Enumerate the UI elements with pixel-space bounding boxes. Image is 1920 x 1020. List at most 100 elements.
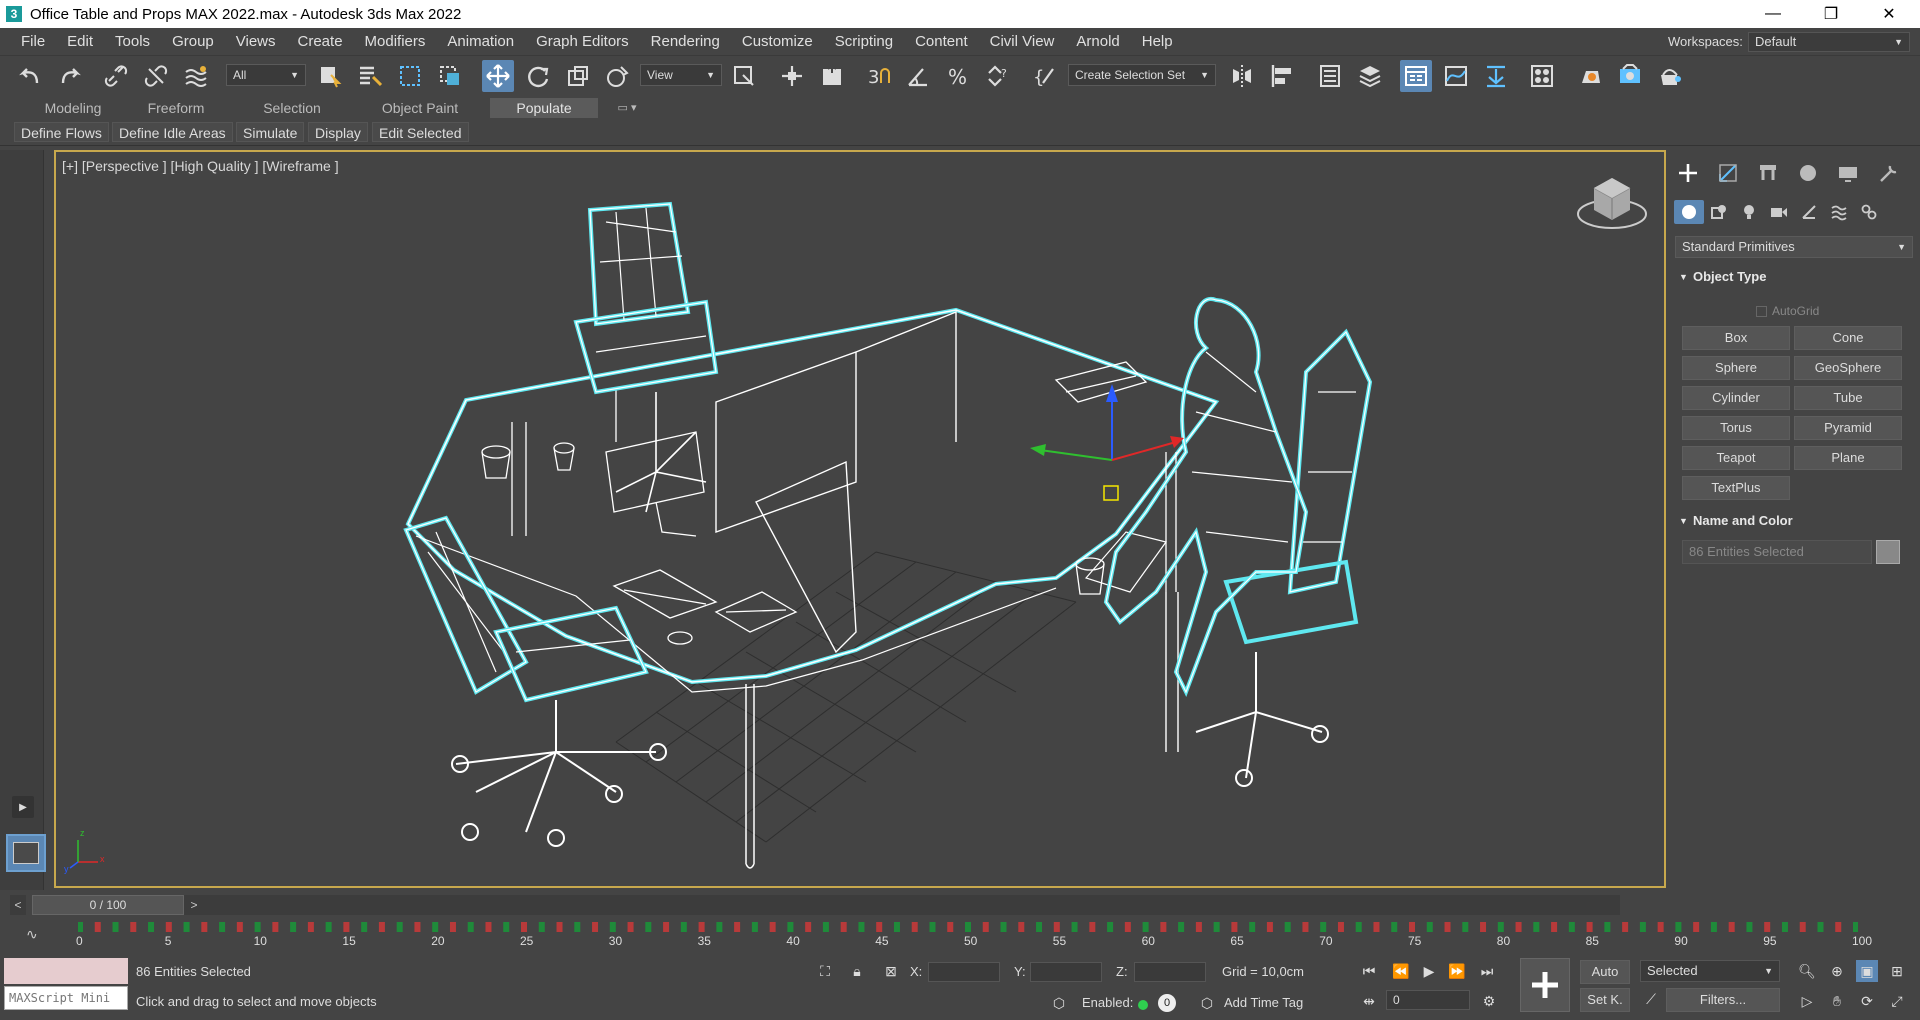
- select-and-manipulate-icon[interactable]: [776, 60, 808, 92]
- key-marker[interactable]: [1071, 922, 1078, 932]
- select-by-name-icon[interactable]: [354, 60, 386, 92]
- time-configuration-icon[interactable]: ⚙: [1478, 990, 1500, 1012]
- key-marker[interactable]: [78, 922, 83, 932]
- cameras-category-icon[interactable]: [1764, 200, 1794, 224]
- key-marker[interactable]: [1036, 922, 1043, 932]
- key-marker[interactable]: [538, 922, 545, 932]
- current-frame-field[interactable]: 0: [1386, 990, 1470, 1010]
- object-color-swatch[interactable]: [1876, 540, 1900, 564]
- key-marker[interactable]: [449, 922, 456, 932]
- utilities-tab-icon[interactable]: [1868, 158, 1908, 188]
- go-to-end-icon[interactable]: ⏭: [1476, 960, 1498, 982]
- select-and-move-icon[interactable]: [482, 60, 514, 92]
- layer-explorer-icon[interactable]: [1354, 60, 1386, 92]
- teapot-button[interactable]: Teapot: [1682, 446, 1790, 470]
- menu-edit[interactable]: Edit: [56, 28, 104, 56]
- maxscript-listener-output[interactable]: [4, 958, 128, 984]
- add-time-tag-button[interactable]: Add Time Tag: [1224, 995, 1303, 1010]
- angle-snap-icon[interactable]: [902, 60, 934, 92]
- key-marker[interactable]: [1337, 922, 1344, 932]
- minimize-button[interactable]: —: [1744, 0, 1802, 28]
- create-tab-icon[interactable]: [1668, 158, 1708, 188]
- orbit-icon[interactable]: ⟳: [1856, 990, 1878, 1012]
- key-marker[interactable]: [1124, 922, 1131, 932]
- geosphere-button[interactable]: GeoSphere: [1794, 356, 1902, 380]
- edit-selected-button[interactable]: Edit Selected: [372, 122, 469, 142]
- key-marker[interactable]: [432, 922, 439, 932]
- reference-coordinate-dropdown[interactable]: View ▼: [640, 64, 722, 86]
- key-marker[interactable]: [1781, 922, 1788, 932]
- systems-category-icon[interactable]: [1854, 200, 1884, 224]
- maximize-button[interactable]: ❐: [1802, 0, 1860, 28]
- torus-button[interactable]: Torus: [1682, 416, 1790, 440]
- material-editor-icon[interactable]: [1526, 60, 1558, 92]
- key-marker[interactable]: [1604, 922, 1611, 932]
- key-marker[interactable]: [1053, 922, 1060, 932]
- key-marker[interactable]: [254, 922, 261, 932]
- lights-category-icon[interactable]: [1734, 200, 1764, 224]
- key-marker[interactable]: [1213, 922, 1220, 932]
- window-crossing-icon[interactable]: [434, 60, 466, 92]
- time-slider-next-button[interactable]: >: [186, 895, 202, 915]
- next-frame-icon[interactable]: ⏩: [1446, 960, 1468, 982]
- key-marker[interactable]: [1799, 922, 1806, 932]
- x-coord-field[interactable]: [928, 962, 1000, 982]
- selection-lock-icon[interactable]: 🔒︎: [846, 960, 868, 982]
- key-marker[interactable]: [148, 922, 155, 932]
- display-button[interactable]: Display: [308, 122, 368, 142]
- render-production-icon[interactable]: [1654, 60, 1686, 92]
- key-marker[interactable]: [361, 922, 368, 932]
- key-marker[interactable]: [1817, 922, 1824, 932]
- key-marker[interactable]: [698, 922, 705, 932]
- key-marker[interactable]: [965, 922, 971, 932]
- key-marker[interactable]: [290, 922, 297, 932]
- key-marker[interactable]: [343, 922, 350, 932]
- selection-filter-dropdown[interactable]: All ▼: [226, 64, 306, 86]
- menu-tools[interactable]: Tools: [104, 28, 161, 56]
- menu-graph-editors[interactable]: Graph Editors: [525, 28, 640, 56]
- select-and-place-icon[interactable]: [602, 60, 634, 92]
- key-marker[interactable]: [1693, 922, 1700, 932]
- key-marker[interactable]: [378, 922, 385, 932]
- menu-civil-view[interactable]: Civil View: [979, 28, 1066, 56]
- menu-animation[interactable]: Animation: [436, 28, 525, 56]
- key-marker[interactable]: [1462, 922, 1469, 932]
- key-marker[interactable]: [627, 922, 634, 932]
- tab-populate[interactable]: Populate: [490, 98, 598, 118]
- viewcube-icon[interactable]: [1577, 178, 1647, 229]
- key-marker[interactable]: [645, 922, 652, 932]
- menu-rendering[interactable]: Rendering: [640, 28, 731, 56]
- key-marker[interactable]: [574, 922, 581, 932]
- display-tab-icon[interactable]: [1828, 158, 1868, 188]
- key-marker[interactable]: [1586, 922, 1593, 932]
- link-icon[interactable]: [100, 60, 132, 92]
- auto-key-button[interactable]: Auto: [1580, 960, 1630, 984]
- scene-explorer-icon[interactable]: [1314, 60, 1346, 92]
- viewport-layout-thumbnail[interactable]: [6, 834, 46, 872]
- key-marker[interactable]: [1675, 922, 1682, 932]
- key-marker[interactable]: [1000, 922, 1007, 932]
- key-marker[interactable]: [396, 922, 403, 932]
- motion-tab-icon[interactable]: [1788, 158, 1828, 188]
- select-and-scale-icon[interactable]: [562, 60, 594, 92]
- object-category-dropdown[interactable]: Standard Primitives ▼: [1675, 236, 1913, 258]
- key-marker[interactable]: [1178, 922, 1185, 932]
- select-object-icon[interactable]: [314, 60, 346, 92]
- rendered-frame-window-icon[interactable]: [1614, 60, 1646, 92]
- selection-set-dropdown[interactable]: Create Selection Set ▼: [1068, 64, 1216, 86]
- key-marker[interactable]: [1195, 922, 1202, 932]
- key-marker[interactable]: [1568, 922, 1575, 932]
- named-selection-sets-icon[interactable]: {: [1028, 60, 1060, 92]
- go-to-start-icon[interactable]: ⏮: [1358, 960, 1380, 982]
- enabled-value-badge[interactable]: 0: [1158, 994, 1176, 1012]
- key-marker[interactable]: [1089, 922, 1096, 932]
- key-filter-dropdown[interactable]: Selected ▼: [1640, 960, 1780, 982]
- key-marker[interactable]: [734, 922, 741, 932]
- key-marker[interactable]: [680, 922, 687, 932]
- key-marker[interactable]: [1710, 922, 1717, 932]
- key-marker[interactable]: [805, 922, 812, 932]
- time-slider-thumb[interactable]: 0 / 100: [32, 895, 184, 915]
- move-gizmo[interactable]: [1030, 384, 1184, 501]
- hierarchy-tab-icon[interactable]: [1748, 158, 1788, 188]
- key-marker[interactable]: [1355, 922, 1362, 932]
